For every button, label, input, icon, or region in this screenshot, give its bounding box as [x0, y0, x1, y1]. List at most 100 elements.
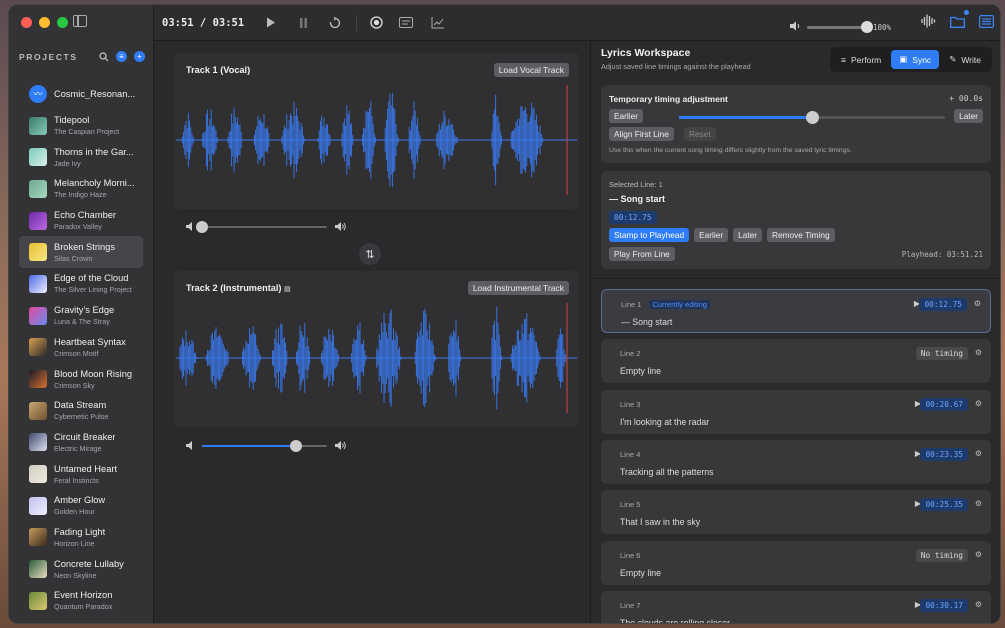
remove-timing-button[interactable]: Remove Timing: [767, 228, 835, 242]
zoom-window-button[interactable]: [57, 17, 68, 28]
filter-icon[interactable]: ≡: [116, 51, 127, 62]
pause-icon[interactable]: [296, 16, 310, 30]
timing-earlier-button[interactable]: Earlier: [609, 109, 643, 123]
pencil-icon: ✎: [949, 54, 957, 64]
lyric-line-card[interactable]: Line 7 The clouds are rolling closer ▶ 00:3…: [601, 590, 991, 623]
selected-line-heading: Selected Line: 1: [609, 180, 663, 189]
timing-later-button[interactable]: Later: [954, 109, 983, 123]
timing-slider-fill: [679, 116, 812, 119]
project-item[interactable]: Melancholy Morni... The Indigo Haze: [19, 173, 143, 205]
project-name: Circuit Breaker: [54, 431, 116, 442]
line-settings-icon[interactable]: ⚙: [975, 550, 982, 559]
selected-line-text: — Song start: [609, 194, 666, 204]
line-time-badge[interactable]: 00:12.75: [919, 298, 967, 311]
line-text: — Song start: [621, 317, 673, 327]
line-later-button[interactable]: Later: [733, 228, 763, 242]
project-item[interactable]: Amber Glow Golden Hour: [19, 490, 143, 522]
align-first-line-button[interactable]: Align First Line: [609, 127, 674, 141]
project-item[interactable]: Thorns in the Gar... Jade Ivy: [19, 141, 143, 173]
instrumental-waveform[interactable]: [176, 303, 577, 413]
project-item[interactable]: Broken Strings Silas Crown: [19, 236, 143, 269]
master-volume-knob[interactable]: [861, 21, 873, 33]
vocal-volume-slider[interactable]: [196, 220, 327, 233]
project-name: Thorns in the Gar...: [54, 146, 134, 157]
project-item[interactable]: Data Stream Cybernetic Pulse: [19, 395, 143, 427]
master-volume-slider[interactable]: [807, 21, 873, 33]
instrumental-volume-knob[interactable]: [289, 439, 302, 452]
project-item[interactable]: Echo Chamber Paradox Valley: [19, 205, 143, 237]
line-settings-icon[interactable]: ⚙: [975, 348, 982, 357]
project-item[interactable]: Heartbeat Syntax Crimson Motif: [19, 332, 143, 364]
project-text: Echo Chamber Paradox Valley: [54, 210, 116, 231]
lyric-line-card[interactable]: Line 6 Empty line No timing ⚙: [601, 540, 991, 585]
project-item[interactable]: Concrete Lullaby Neon Skyline: [19, 553, 143, 585]
sync-label: Sync: [912, 54, 932, 65]
lyric-line-card[interactable]: Line 5 That I saw in the sky ▶ 00:25.35 ⚙: [601, 490, 991, 535]
timing-slider[interactable]: [679, 111, 945, 124]
project-item[interactable]: Blood Moon Rising Crimson Sky: [19, 363, 143, 395]
line-settings-icon[interactable]: ⚙: [975, 449, 982, 458]
divider: [591, 278, 1000, 279]
add-project-icon[interactable]: +: [134, 51, 145, 62]
search-icon[interactable]: [98, 51, 109, 62]
instrumental-volume-slider[interactable]: [202, 439, 327, 452]
line-time-badge[interactable]: 00:30.17: [920, 598, 968, 612]
sidebar: PROJECTS ≡ + 〰 Cosmic_Resonan... Tidepool T…: [9, 5, 154, 623]
load-vocal-track-button[interactable]: Load Vocal Track: [493, 63, 569, 77]
layout-icon[interactable]: [979, 14, 995, 33]
project-name: Data Stream: [54, 400, 107, 411]
restart-icon[interactable]: [328, 16, 342, 30]
lyric-line-card[interactable]: Line 3 I'm looking at the radar ▶ 00:20.67 ⚙: [601, 389, 991, 434]
project-item[interactable]: Edge of the Cloud The Silver Lining Proje…: [19, 268, 143, 300]
lyric-line-card[interactable]: Line 1 Currently editing — Song start ▶ 00:1…: [601, 289, 991, 333]
play-from-line-button[interactable]: Play From Line: [609, 247, 675, 261]
project-text: Untamed Heart Feral Instincts: [54, 464, 117, 485]
stamp-to-playhead-button[interactable]: Stamp to Playhead: [609, 228, 690, 242]
project-artist: Horizon Line: [54, 538, 95, 548]
line-time-badge[interactable]: No timing: [915, 347, 968, 361]
play-icon[interactable]: [264, 16, 278, 30]
line-settings-icon[interactable]: ⚙: [975, 499, 982, 508]
project-item[interactable]: 〰 Cosmic_Resonan...: [19, 78, 143, 110]
record-icon[interactable]: [369, 16, 383, 30]
lyrics-view-icon[interactable]: [399, 16, 414, 30]
swap-tracks-icon[interactable]: ⇅: [359, 243, 381, 265]
lyrics-workspace-title: Lyrics Workspace: [601, 47, 691, 59]
project-item[interactable]: Untamed Heart Feral Instincts: [19, 458, 143, 490]
project-item[interactable]: Circuit Breaker Electric Mirage: [19, 427, 143, 459]
lyric-line-card[interactable]: Line 4 Tracking all the patterns ▶ 00:23.35…: [601, 439, 991, 484]
line-settings-icon[interactable]: ⚙: [975, 600, 982, 609]
project-item[interactable]: Tidepool The Caspian Project: [19, 110, 143, 142]
project-name: Concrete Lullaby: [54, 558, 124, 569]
line-earlier-button[interactable]: Earlier: [694, 228, 729, 242]
line-text: Empty line: [620, 366, 662, 377]
reset-button[interactable]: Reset: [684, 127, 716, 141]
timing-slider-knob[interactable]: [806, 111, 819, 124]
folder-icon[interactable]: [950, 9, 969, 33]
project-artwork: [29, 401, 47, 420]
load-instrumental-track-button[interactable]: Load Instrumental Track: [467, 281, 569, 295]
chart-icon[interactable]: [431, 16, 445, 30]
lyric-line-card[interactable]: Line 2 Empty line No timing ⚙: [601, 339, 991, 384]
line-settings-icon[interactable]: ⚙: [975, 399, 982, 408]
vocal-waveform[interactable]: [176, 85, 577, 195]
line-time-badge[interactable]: No timing: [915, 548, 968, 562]
write-mode-button[interactable]: ✎ Write: [941, 50, 989, 69]
close-window-button[interactable]: [21, 17, 32, 28]
project-item[interactable]: Event Horizon Quantum Paradox: [19, 585, 143, 617]
line-time-badge[interactable]: 00:25.35: [920, 498, 968, 512]
line-settings-icon[interactable]: ⚙: [974, 299, 981, 308]
line-time-badge[interactable]: 00:20.67: [920, 397, 968, 411]
line-time-badge[interactable]: 00:23.35: [920, 447, 968, 461]
selected-line-card: Selected Line: 1 — Song start 00:12.75 S…: [601, 171, 991, 269]
project-item[interactable]: High Tide: [19, 617, 143, 623]
project-item[interactable]: Gravity's Edge Luna & The Stray: [19, 300, 143, 332]
project-item[interactable]: Fading Light Horizon Line: [19, 522, 143, 554]
waveform-icon[interactable]: [921, 14, 936, 33]
perform-mode-button[interactable]: ≡ Perform: [833, 50, 889, 69]
sidebar-toggle-icon[interactable]: [73, 15, 87, 27]
line-label: Line 1 Currently editing: [621, 300, 711, 309]
vocal-volume-knob[interactable]: [196, 220, 208, 233]
sync-mode-button[interactable]: ▣ Sync: [891, 50, 940, 69]
minimize-window-button[interactable]: [39, 17, 50, 28]
